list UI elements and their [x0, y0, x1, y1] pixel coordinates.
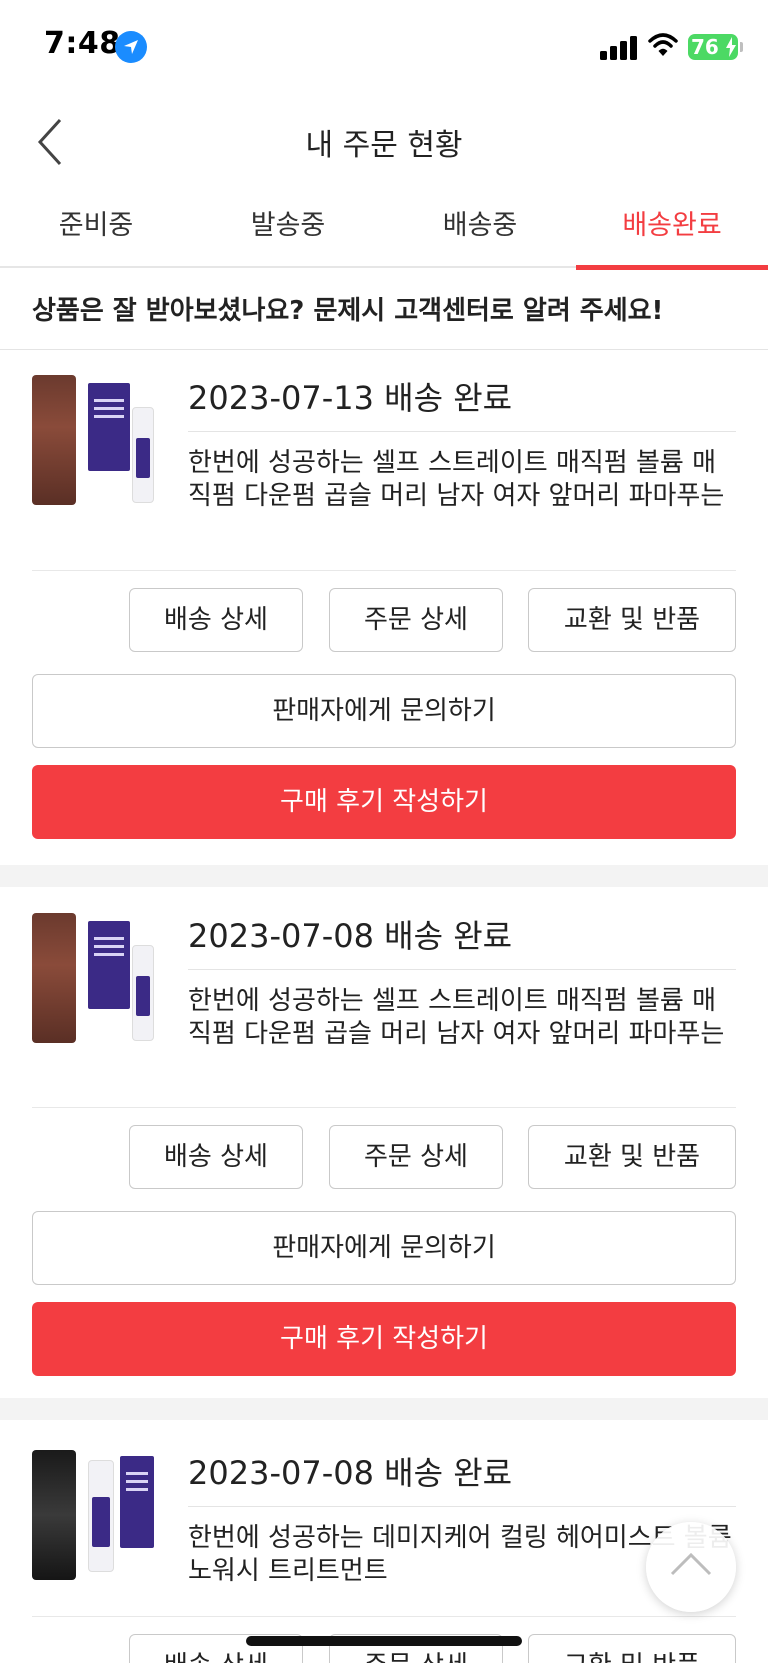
tab-label: 배송중 — [442, 210, 518, 241]
product-thumbnail[interactable] — [32, 1450, 160, 1580]
divider — [32, 570, 736, 571]
product-box-image — [120, 1456, 154, 1548]
notice-text: 상품은 잘 받아보셨나요? 문제시 고객센터로 알려 주세요! — [32, 296, 664, 326]
chevron-up-icon — [670, 1552, 712, 1576]
write-review-button[interactable]: 구매 후기 작성하기 — [32, 1302, 736, 1376]
scroll-to-top-button[interactable] — [646, 1522, 736, 1612]
contact-seller-button[interactable]: 판매자에게 문의하기 — [32, 674, 736, 748]
product-box-image — [88, 383, 130, 471]
product-name[interactable]: 한번에 성공하는 셀프 스트레이트 매직펌 볼륨 매직펌 다운펌 곱슬 머리 남… — [188, 447, 736, 513]
order-date-status: 2023-07-13 배송 완료 — [188, 379, 513, 417]
divider — [188, 969, 736, 970]
order-card: 2023-07-13 배송 완료 한번에 성공하는 셀프 스트레이트 매직펌 볼… — [0, 351, 768, 865]
write-review-button[interactable]: 구매 후기 작성하기 — [32, 765, 736, 839]
battery-percent: 76 — [691, 35, 719, 59]
tab-label: 준비중 — [58, 210, 134, 241]
home-indicator — [246, 1636, 522, 1646]
divider — [32, 1107, 736, 1108]
exchange-return-button[interactable]: 교환 및 반품 — [528, 1634, 736, 1663]
order-detail-button[interactable]: 주문 상세 — [329, 1125, 503, 1189]
delivery-detail-button[interactable]: 배송 상세 — [129, 588, 303, 652]
order-date-status: 2023-07-08 배송 완료 — [188, 917, 513, 955]
signal-icon — [600, 34, 638, 60]
wifi-icon — [648, 32, 678, 62]
divider — [32, 1616, 736, 1617]
bottle-image — [132, 407, 154, 503]
hair-image — [32, 913, 76, 1043]
divider — [188, 1506, 736, 1507]
charging-bolt-icon — [726, 37, 736, 57]
section-gap — [0, 865, 768, 887]
location-arrow-icon — [115, 31, 147, 63]
tab-dispatching[interactable]: 발송중 — [192, 188, 384, 268]
delivery-detail-button[interactable]: 배송 상세 — [129, 1125, 303, 1189]
tab-label: 발송중 — [250, 210, 326, 241]
status-tabs: 준비중 발송중 배송중 배송완료 — [0, 188, 768, 270]
contact-seller-button[interactable]: 판매자에게 문의하기 — [32, 1211, 736, 1285]
hair-image — [32, 375, 76, 505]
mist-bottle-image — [88, 1460, 114, 1572]
notice-banner: 상품은 잘 받아보셨나요? 문제시 고객센터로 알려 주세요! — [0, 270, 768, 350]
status-bar: 7:48 76 — [0, 0, 768, 94]
page-title: 내 주문 현황 — [305, 128, 463, 163]
exchange-return-button[interactable]: 교환 및 반품 — [528, 588, 736, 652]
tab-delivered[interactable]: 배송완료 — [576, 188, 768, 270]
order-date-status: 2023-07-08 배송 완료 — [188, 1454, 513, 1492]
order-card: 2023-07-08 배송 완료 한번에 성공하는 셀프 스트레이트 매직펌 볼… — [0, 887, 768, 1398]
product-thumbnail[interactable] — [32, 375, 160, 505]
product-thumbnail[interactable] — [32, 913, 160, 1043]
status-time: 7:48 — [44, 26, 121, 61]
hair-image — [32, 1450, 76, 1580]
order-detail-button[interactable]: 주문 상세 — [329, 588, 503, 652]
section-gap — [0, 1398, 768, 1420]
product-box-image — [88, 921, 130, 1009]
tab-preparing[interactable]: 준비중 — [0, 188, 192, 268]
tab-label: 배송완료 — [622, 210, 722, 241]
tab-in-transit[interactable]: 배송중 — [384, 188, 576, 268]
divider — [188, 431, 736, 432]
product-name[interactable]: 한번에 성공하는 셀프 스트레이트 매직펌 볼륨 매직펌 다운펌 곱슬 머리 남… — [188, 985, 736, 1051]
battery-icon: 76 — [688, 34, 743, 60]
exchange-return-button[interactable]: 교환 및 반품 — [528, 1125, 736, 1189]
header: 내 주문 현황 — [0, 94, 768, 188]
bottle-image — [132, 945, 154, 1041]
